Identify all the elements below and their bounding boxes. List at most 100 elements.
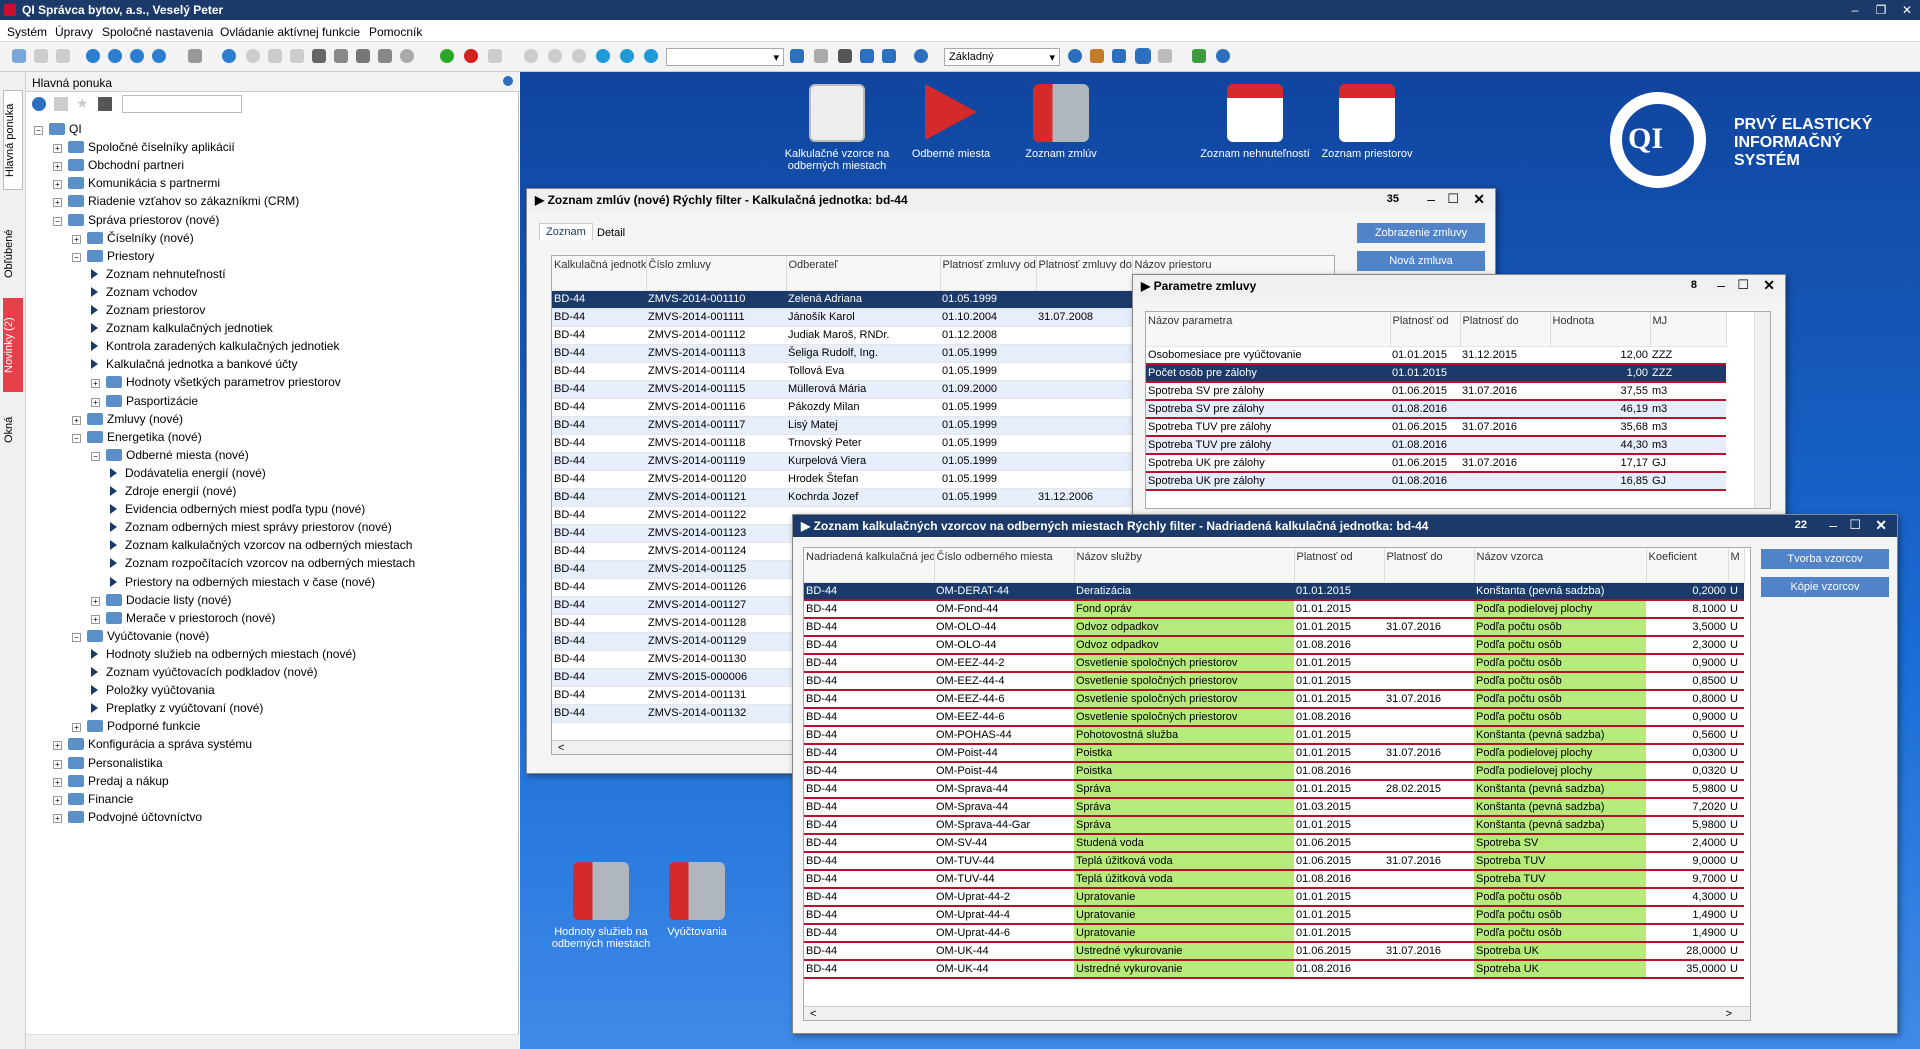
table-row[interactable]: BD-44 OM-Fond-44 Fond opráv 01.01.2015 Podľa… (804, 600, 1744, 619)
expand-toggle-icon[interactable]: − (91, 451, 100, 461)
expand-toggle-icon[interactable]: + (53, 795, 62, 805)
close-icon[interactable]: ✕ (1473, 191, 1485, 208)
settings-icon[interactable] (914, 49, 928, 63)
table-row[interactable]: BD-44 OM-POHAS-44 Pohotovostná služba 01.01… (804, 726, 1744, 745)
column-header[interactable]: Číslo odberného miesta (934, 548, 1075, 583)
tab-zoznam[interactable]: Zoznam (539, 223, 593, 240)
table-row[interactable]: BD-44 OM-OLO-44 Odvoz odpadkov 01.08.2016 Po… (804, 636, 1744, 655)
chart-icon[interactable] (1112, 49, 1126, 63)
star-icon[interactable]: ★ (76, 95, 89, 112)
next-record-icon[interactable] (596, 49, 610, 63)
table-row[interactable]: Osobomesiace pre vyúčtovanie 01.01.2015 31… (1146, 346, 1726, 365)
table-row[interactable]: BD-44 OM-Sprava-44 Správa 01.01.2015 28.02.2… (804, 780, 1744, 799)
icon-vyuctovania[interactable]: Vyúčtovania (662, 862, 732, 938)
table-row[interactable]: BD-44 OM-Uprat-44-4 Upratovanie 01.01.2015 P… (804, 906, 1744, 925)
menu-system[interactable]: Systém (7, 25, 47, 39)
table-row[interactable]: Spotreba TUV pre zálohy 01.08.2016 44,30 m3 (1146, 436, 1726, 455)
import-icon[interactable] (1192, 49, 1206, 63)
tree-item[interactable]: Zoznam kalkulačných vzorcov na odberných… (110, 536, 412, 554)
first-record-icon[interactable] (524, 49, 538, 63)
expand-toggle-icon[interactable]: + (53, 813, 62, 823)
expand-toggle-icon[interactable]: + (53, 198, 62, 208)
expand-toggle-icon[interactable]: − (72, 433, 81, 443)
expand-toggle-icon[interactable]: + (72, 415, 81, 425)
tree-folder[interactable]: + Riadenie vzťahov so zákazníkmi (CRM) (53, 192, 299, 210)
tvorba-vzorcov-button[interactable]: Tvorba vzorcov (1761, 549, 1889, 569)
expand-toggle-icon[interactable]: + (53, 741, 62, 751)
column-header[interactable]: Platnosť zmluvy od (940, 256, 1037, 291)
last-record-icon[interactable] (644, 49, 658, 63)
expand-toggle-icon[interactable]: + (91, 614, 100, 624)
tree-folder[interactable]: + Financie (53, 790, 133, 808)
tree-folder[interactable]: + Spoločné číselníky aplikácií (53, 138, 235, 156)
tree-folder[interactable]: − Vyúčtovanie (nové) (72, 627, 209, 645)
table-row[interactable]: Spotreba UK pre zálohy 01.06.2015 31.07.20… (1146, 454, 1726, 473)
column-header[interactable]: Odberateľ (786, 256, 941, 291)
tree-item[interactable]: Kontrola zaradených kalkulačných jednoti… (91, 337, 339, 355)
globe-icon[interactable] (1068, 49, 1082, 63)
tree-folder[interactable]: − Odberné miesta (nové) (91, 446, 249, 464)
tree-item[interactable]: Dodávatelia energií (nové) (110, 464, 266, 482)
column-header[interactable]: Platnosť do (1460, 312, 1551, 347)
table-row[interactable]: BD-44 OM-OLO-44 Odvoz odpadkov 01.01.2015 31… (804, 618, 1744, 637)
report-icon[interactable] (1090, 49, 1104, 63)
table-row[interactable]: BD-44 OM-SV-44 Studená voda 01.06.2015 Spotr… (804, 834, 1744, 853)
tree-item[interactable]: Kalkulačná jednotka a bankové účty (91, 355, 297, 373)
tree-folder[interactable]: − Priestory (72, 247, 154, 265)
expand-toggle-icon[interactable]: + (53, 777, 62, 787)
table-row[interactable]: BD-44 OM-Uprat-44-6 Upratovanie 01.01.2015 P… (804, 924, 1744, 943)
tree-folder[interactable]: + Merače v priestoroch (nové) (91, 609, 275, 627)
sort-icon[interactable] (98, 97, 112, 111)
tree-item[interactable]: Zoznam vyúčtovacích podkladov (nové) (91, 663, 317, 681)
table-row[interactable]: BD-44 OM-Uprat-44-2 Upratovanie 01.01.2015 P… (804, 888, 1744, 907)
table-row[interactable]: Počet osôb pre zálohy 01.01.2015 1,00 ZZZ (1146, 364, 1726, 383)
table-row[interactable]: BD-44 OM-TUV-44 Teplá úžitková voda 01.08.2… (804, 870, 1744, 889)
tree-item[interactable]: Hodnoty služieb na odberných miestach (n… (91, 645, 356, 663)
minimize-icon[interactable]: – (1846, 1, 1864, 19)
horizontal-scrollbar[interactable]: < > (804, 1006, 1750, 1020)
column-header[interactable]: Platnosť od (1390, 312, 1461, 347)
tree-folder[interactable]: + Obchodní partneri (53, 156, 184, 174)
tree-folder[interactable]: + Dodacie listy (nové) (91, 591, 231, 609)
table-row[interactable]: BD-44 OM-UK-44 Ustredné vykurovanie 01.06.2… (804, 942, 1744, 961)
filter-remove-icon[interactable] (882, 49, 896, 63)
column-header[interactable]: Hodnota (1550, 312, 1651, 347)
pin-icon[interactable] (188, 49, 202, 63)
close-icon[interactable]: ✕ (1875, 517, 1887, 534)
clear-filter-icon[interactable] (814, 49, 828, 63)
table-row[interactable]: BD-44 OM-DERAT-44 Deratizácia 01.01.2015 Kon… (804, 582, 1744, 601)
tree-folder[interactable]: − Energetika (nové) (72, 428, 202, 446)
expand-toggle-icon[interactable]: + (53, 162, 62, 172)
maximize-icon[interactable]: ☐ (1447, 191, 1459, 207)
expand-toggle-icon[interactable]: − (72, 632, 81, 642)
tree-item[interactable]: Zoznam kalkulačných jednotiek (91, 319, 273, 337)
minimize-icon[interactable]: – (1427, 191, 1435, 207)
column-header[interactable]: Platnosť od (1294, 548, 1385, 583)
expand-toggle-icon[interactable]: + (91, 379, 100, 389)
filter-edit-icon[interactable] (860, 49, 874, 63)
nav-scrollbar[interactable] (26, 1034, 519, 1049)
expand-toggle-icon[interactable]: + (53, 180, 62, 190)
nav-search-input[interactable] (122, 95, 242, 113)
replace-icon[interactable] (334, 49, 348, 63)
zobrazenie-zmluvy-button[interactable]: Zobrazenie zmluvy (1357, 223, 1485, 243)
expand-toggle-icon[interactable]: + (53, 759, 62, 769)
column-header[interactable]: Názov vzorca (1474, 548, 1647, 583)
window-icon[interactable] (54, 97, 68, 111)
delete-icon[interactable] (464, 49, 478, 63)
table-row[interactable]: BD-44 OM-TUV-44 Teplá úžitková voda 01.06.2… (804, 852, 1744, 871)
table-row[interactable]: Spotreba SV pre zálohy 01.08.2016 46,19 m3 (1146, 400, 1726, 419)
column-header[interactable]: Platnosť do (1384, 548, 1475, 583)
tab-hlavna-ponuka[interactable]: Hlavná ponuka (3, 90, 23, 190)
tree-folder[interactable]: − QI (34, 120, 82, 138)
tab-detail[interactable]: Detail (593, 225, 629, 241)
expand-toggle-icon[interactable]: − (34, 126, 43, 135)
minimize-icon[interactable]: – (1829, 517, 1837, 533)
table-row[interactable]: Spotreba SV pre zálohy 01.06.2015 31.07.20… (1146, 382, 1726, 401)
close-icon[interactable]: ✕ (1763, 277, 1775, 294)
restore-icon[interactable]: ❐ (1872, 1, 1890, 19)
menu-upravy[interactable]: Úpravy (55, 25, 93, 39)
tree-folder[interactable]: + Hodnoty všetkých parametrov priestorov (91, 373, 341, 391)
table-row[interactable]: BD-44 OM-EEZ-44-2 Osvetlenie spoločných pr… (804, 654, 1744, 673)
column-header[interactable]: M (1728, 548, 1745, 583)
